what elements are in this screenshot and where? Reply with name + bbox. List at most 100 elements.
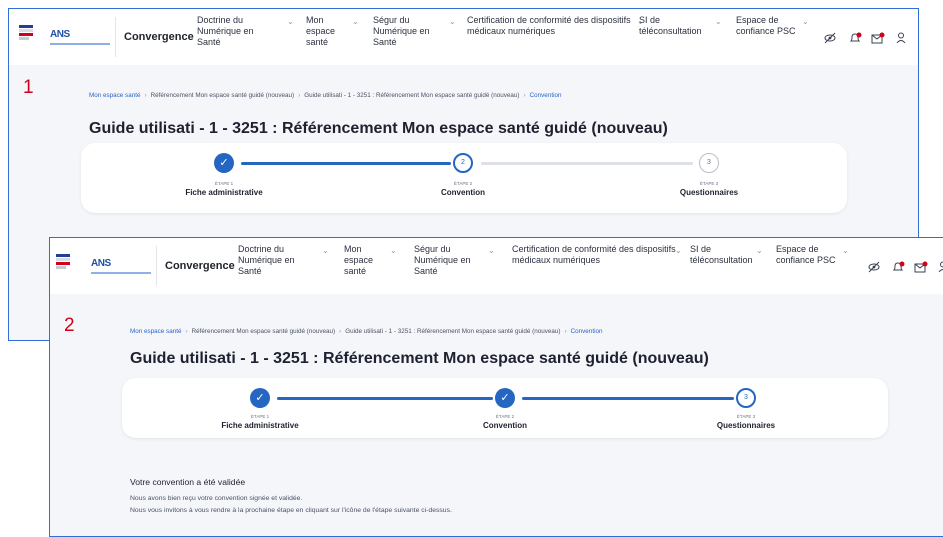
bell-icon[interactable] — [849, 32, 862, 44]
chevron-down-icon: ⌄ — [715, 16, 722, 27]
step-1-small: ÉTAPE 1 — [164, 181, 284, 186]
chevron-down-icon: ⌄ — [675, 245, 682, 256]
nav-label: SI de téléconsultation — [639, 15, 702, 36]
divider — [156, 246, 157, 286]
step-2-name: Convention — [435, 421, 575, 430]
mail-icon[interactable] — [914, 261, 928, 273]
stepper: ✓ 2 3 ÉTAPE 1 Fiche administrative ÉTAPE… — [81, 143, 847, 213]
breadcrumb-separator: › — [185, 328, 187, 335]
divider — [115, 17, 116, 57]
breadcrumb-link[interactable]: Mon espace santé — [89, 92, 140, 99]
nav-teleconsultation[interactable]: SI de téléconsultation⌄ — [639, 15, 707, 37]
brand-name[interactable]: Convergence — [124, 31, 194, 43]
step-3-small: ÉTAPE 3 — [686, 414, 806, 419]
breadcrumb-separator: › — [144, 92, 146, 99]
chevron-down-icon: ⌄ — [802, 16, 809, 27]
step-connector — [241, 162, 451, 165]
breadcrumb-current: Convention — [571, 328, 603, 335]
step-1-circle[interactable]: ✓ — [214, 153, 234, 173]
nav-label: SI de téléconsultation — [690, 244, 753, 265]
breadcrumb-separator: › — [524, 92, 526, 99]
nav-label: Ségur du Numérique en Santé — [414, 244, 471, 276]
ans-logo[interactable]: ANS — [91, 258, 111, 269]
step-1-small: ÉTAPE 1 — [200, 414, 320, 419]
breadcrumb-link[interactable]: Guide utilisati - 1 - 3251 : Référenceme… — [345, 328, 560, 335]
chevron-down-icon: ⌄ — [842, 245, 849, 256]
confirmation-line-1: Nous avons bien reçu votre convention si… — [130, 495, 302, 502]
eye-off-icon[interactable] — [824, 32, 836, 44]
step-connector — [522, 397, 734, 400]
republique-francaise-logo — [56, 254, 70, 272]
breadcrumb-separator: › — [298, 92, 300, 99]
step-2-name: Convention — [393, 188, 533, 197]
step-1-circle[interactable]: ✓ — [250, 388, 270, 408]
ans-logo[interactable]: ANS — [50, 29, 70, 40]
breadcrumb-link[interactable]: Guide utilisati - 1 - 3251 : Référenceme… — [304, 92, 519, 99]
breadcrumb: Mon espace santé › Référencement Mon espac… — [130, 328, 602, 335]
breadcrumb-link[interactable]: Référencement Mon espace santé guidé (no… — [151, 92, 295, 99]
top-navigation: ANS Convergence Doctrine du Numérique en… — [50, 238, 943, 294]
nav-espace-confiance[interactable]: Espace de confiance PSC⌄ — [736, 15, 798, 37]
chevron-down-icon: ⌄ — [756, 245, 763, 256]
mail-icon[interactable] — [871, 32, 885, 44]
chevron-down-icon: ⌄ — [287, 16, 294, 27]
chevron-down-icon: ⌄ — [390, 245, 397, 256]
brand-name[interactable]: Convergence — [165, 260, 235, 272]
nav-certification[interactable]: Certification de conformité des disposit… — [512, 244, 682, 266]
nav-teleconsultation[interactable]: SI de téléconsultation⌄ — [690, 244, 758, 266]
confirmation-title: Votre convention a été validée — [130, 477, 245, 487]
step-2-small: ÉTAPE 2 — [445, 414, 565, 419]
step-2-small: ÉTAPE 2 — [403, 181, 523, 186]
step-3-small: ÉTAPE 3 — [649, 181, 769, 186]
nav-doctrine[interactable]: Doctrine du Numérique en Santé⌄ — [197, 15, 261, 48]
step-1-name: Fiche administrative — [190, 421, 330, 430]
top-navigation: ANS Convergence Doctrine du Numérique en… — [9, 9, 918, 65]
step-2-circle[interactable]: 2 — [453, 153, 473, 173]
user-icon[interactable] — [896, 32, 906, 44]
confirmation-line-2: Nous vous invitons à vous rendre à la pr… — [130, 507, 452, 514]
nav-label: Ségur du Numérique en Santé — [373, 15, 430, 47]
annotation-number: 2 — [64, 315, 75, 337]
breadcrumb-link[interactable]: Référencement Mon espace santé guidé (no… — [192, 328, 336, 335]
nav-label: Espace de confiance PSC — [776, 244, 836, 265]
republique-francaise-logo — [19, 25, 33, 43]
eye-off-icon[interactable] — [868, 261, 880, 273]
screenshot-2: ANS Convergence Doctrine du Numérique en… — [49, 237, 943, 537]
breadcrumb-separator: › — [565, 328, 567, 335]
nav-label: Espace de confiance PSC — [736, 15, 796, 36]
nav-espace-confiance[interactable]: Espace de confiance PSC⌄ — [776, 244, 838, 266]
step-connector — [481, 162, 693, 165]
ans-logo-underline — [91, 272, 151, 274]
nav-mon-espace-sante[interactable]: Mon espace santé⌄ — [344, 244, 384, 277]
nav-label: Mon espace santé — [344, 244, 373, 276]
page-title: Guide utilisati - 1 - 3251 : Référenceme… — [89, 120, 668, 138]
main-content: 2 Mon espace santé › Référencement Mon esp… — [50, 294, 943, 536]
ans-logo-underline — [50, 43, 110, 45]
nav-label: Certification de conformité des disposit… — [467, 15, 631, 36]
user-icon[interactable] — [938, 261, 943, 273]
step-3-name: Questionnaires — [676, 421, 816, 430]
step-3-circle[interactable]: 3 — [736, 388, 756, 408]
step-3-name: Questionnaires — [639, 188, 779, 197]
chevron-down-icon: ⌄ — [352, 16, 359, 27]
nav-certification[interactable]: Certification de conformité des disposit… — [467, 15, 647, 37]
nav-doctrine[interactable]: Doctrine du Numérique en Santé⌄ — [238, 244, 302, 277]
page-title: Guide utilisati - 1 - 3251 : Référenceme… — [130, 350, 709, 368]
step-3-circle[interactable]: 3 — [699, 153, 719, 173]
annotation-number: 1 — [23, 77, 34, 99]
nav-label: Doctrine du Numérique en Santé — [197, 15, 254, 47]
chevron-down-icon: ⌄ — [449, 16, 456, 27]
chevron-down-icon: ⌄ — [322, 245, 329, 256]
nav-label: Mon espace santé — [306, 15, 335, 47]
breadcrumb: Mon espace santé›Référencement Mon espac… — [89, 92, 561, 99]
nav-label: Certification de conformité des disposit… — [512, 244, 676, 265]
nav-mon-espace-sante[interactable]: Mon espace santé⌄ — [306, 15, 346, 48]
nav-label: Doctrine du Numérique en Santé — [238, 244, 295, 276]
breadcrumb-link[interactable]: Mon espace santé — [130, 328, 181, 335]
bell-icon[interactable] — [892, 261, 905, 273]
breadcrumb-current: Convention — [530, 92, 562, 99]
chevron-down-icon: ⌄ — [488, 245, 495, 256]
step-2-circle[interactable]: ✓ — [495, 388, 515, 408]
nav-segur[interactable]: Ségur du Numérique en Santé⌄ — [414, 244, 480, 277]
nav-segur[interactable]: Ségur du Numérique en Santé⌄ — [373, 15, 439, 48]
